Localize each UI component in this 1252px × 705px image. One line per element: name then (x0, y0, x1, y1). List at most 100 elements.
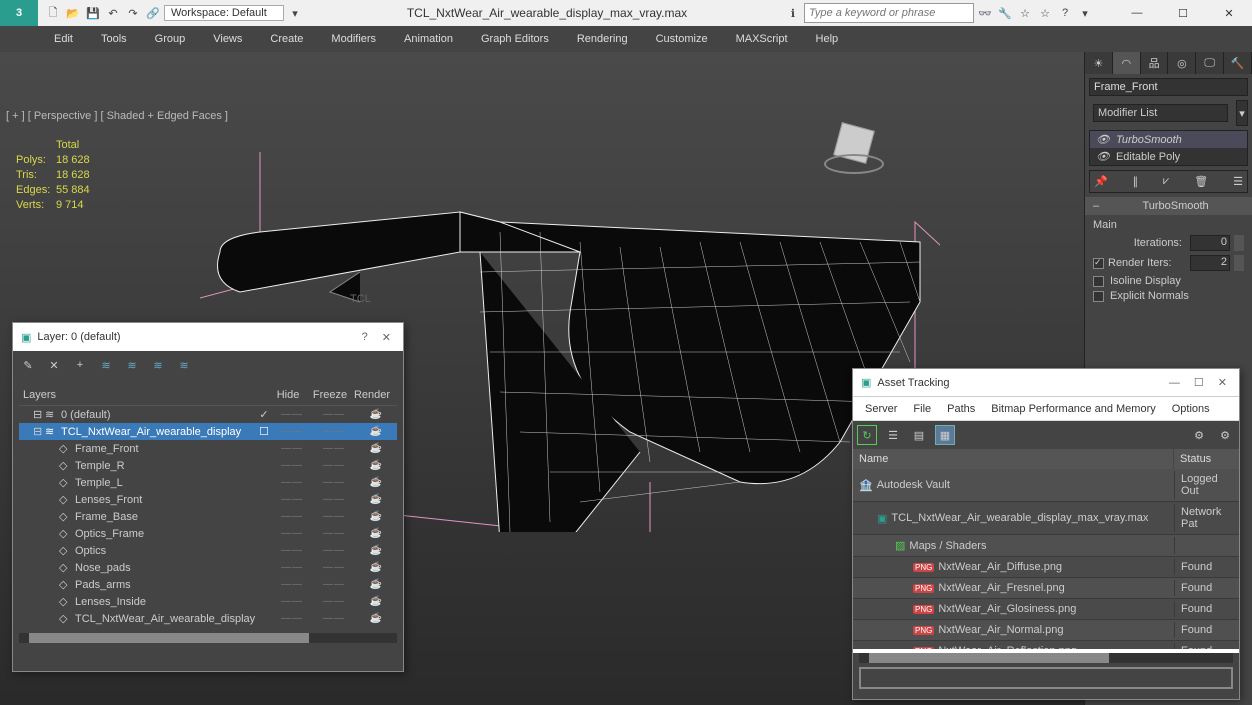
menu-edit[interactable]: Edit (40, 29, 87, 49)
minimize-button[interactable]: — (1114, 0, 1160, 26)
layer-row[interactable]: ◇Lenses_Inside————☕ (19, 593, 397, 610)
freeze-layer-icon[interactable]: ≋ (175, 356, 193, 374)
create-tab[interactable]: ☀ (1085, 52, 1113, 74)
menu-customize[interactable]: Customize (642, 29, 722, 49)
menu-animation[interactable]: Animation (390, 29, 467, 49)
make-unique-icon[interactable]: ⩗ (1163, 175, 1169, 188)
highlight-layer-icon[interactable]: ≋ (123, 356, 141, 374)
layer-close-button[interactable]: ✕ (378, 331, 395, 344)
layer-row[interactable]: ◇TCL_NxtWear_Air_wearable_display————☕ (19, 610, 397, 627)
viewport-label[interactable]: [ + ] [ Perspective ] [ Shaded + Edged F… (6, 110, 228, 122)
asset-row[interactable]: PNG NxtWear_Air_Normal.pngFound (853, 620, 1239, 641)
asset-menu-bitmap-performance-and-memory[interactable]: Bitmap Performance and Memory (983, 400, 1163, 418)
star2-icon[interactable]: ☆ (1036, 4, 1054, 22)
layer-row[interactable]: ◇Pads_arms————☕ (19, 576, 397, 593)
render-iters-checkbox[interactable] (1093, 258, 1104, 269)
layer-col-name[interactable]: Layers (23, 389, 267, 401)
redo-icon[interactable]: ↷ (124, 4, 142, 22)
maximize-button[interactable]: ☐ (1160, 0, 1206, 26)
show-end-icon[interactable]: ∥ (1133, 175, 1139, 188)
layer-scrollbar[interactable] (19, 633, 397, 643)
layer-row[interactable]: ◇Frame_Base————☕ (19, 508, 397, 525)
menu-group[interactable]: Group (141, 29, 200, 49)
asset-close-button[interactable]: ✕ (1214, 376, 1231, 389)
display-tab[interactable]: 🖵 (1196, 52, 1224, 74)
layer-row[interactable]: ◇Optics_Frame————☕ (19, 525, 397, 542)
asset-titlebar[interactable]: ▣ Asset Tracking — ☐ ✕ (853, 369, 1239, 397)
asset-menu-paths[interactable]: Paths (939, 400, 983, 418)
layer-col-hide[interactable]: Hide (267, 389, 309, 401)
menu-rendering[interactable]: Rendering (563, 29, 642, 49)
modifier-list-dropdown[interactable]: Modifier List (1093, 104, 1228, 122)
new-icon[interactable]: 🗋 (44, 4, 62, 22)
workspace-dropdown[interactable]: Workspace: Default (164, 5, 284, 21)
modifier-stack[interactable]: 👁TurboSmooth👁Editable Poly (1089, 130, 1248, 166)
render-iters-spinner[interactable]: 2 (1190, 255, 1230, 271)
asset-row[interactable]: PNG NxtWear_Air_Diffuse.pngFound (853, 557, 1239, 578)
modifier-stack-item[interactable]: 👁Editable Poly (1090, 148, 1247, 165)
modify-tab[interactable]: ◠ (1113, 52, 1141, 74)
layer-row[interactable]: ◇Nose_pads————☕ (19, 559, 397, 576)
eye-icon[interactable]: 👁 (1096, 133, 1110, 146)
asset-minimize-button[interactable]: — (1165, 377, 1184, 389)
asset-col-name[interactable]: Name (853, 449, 1174, 469)
asset-col-status[interactable]: Status (1174, 449, 1239, 469)
asset-row[interactable]: PNG NxtWear_Air_Fresnel.pngFound (853, 578, 1239, 599)
asset-row[interactable]: ▣ TCL_NxtWear_Air_wearable_display_max_v… (853, 502, 1239, 535)
asset-row[interactable]: PNG NxtWear_Air_Glosiness.pngFound (853, 599, 1239, 620)
object-name-field[interactable]: Frame_Front (1089, 78, 1248, 96)
list-view-icon[interactable]: ▤ (909, 425, 929, 445)
modifier-dropdown-button[interactable]: ▾ (1236, 100, 1248, 126)
isoline-checkbox[interactable] (1093, 276, 1104, 287)
wrench-icon[interactable]: 🔧 (996, 4, 1014, 22)
asset-menu-server[interactable]: Server (857, 400, 905, 418)
add-to-layer-icon[interactable]: + (71, 356, 89, 374)
eye-icon[interactable]: 👁 (1096, 150, 1110, 163)
asset-row[interactable]: PNG NxtWear_Air_Reflection.pngFound (853, 641, 1239, 649)
asset-scrollbar[interactable] (859, 653, 1233, 663)
app-logo-icon[interactable]: 3 (0, 0, 38, 26)
configure-icon[interactable]: ☰ (1233, 175, 1243, 188)
layer-row[interactable]: ⊟≋0 (default)✓————☕ (19, 406, 397, 423)
layer-row[interactable]: ◇Temple_R————☕ (19, 457, 397, 474)
menu-create[interactable]: Create (256, 29, 317, 49)
asset-path-input[interactable] (859, 667, 1233, 689)
iterations-spinner[interactable]: 0 (1190, 235, 1230, 251)
asset-scrollbar-thumb[interactable] (869, 653, 1109, 663)
layer-help-button[interactable]: ? (358, 331, 372, 343)
search-icon[interactable]: 👓 (976, 4, 994, 22)
hide-layer-icon[interactable]: ≋ (149, 356, 167, 374)
layer-dialog-titlebar[interactable]: ▣ Layer: 0 (default) ? ✕ (13, 323, 403, 351)
dropdown-icon[interactable]: ▾ (286, 4, 304, 22)
menu-maxscript[interactable]: MAXScript (722, 29, 802, 49)
layer-row[interactable]: ◇Frame_Front————☕ (19, 440, 397, 457)
layer-row[interactable]: ◇Temple_L————☕ (19, 474, 397, 491)
info-icon[interactable]: ℹ (784, 4, 802, 22)
menu-tools[interactable]: Tools (87, 29, 141, 49)
asset-menu-options[interactable]: Options (1164, 400, 1218, 418)
new-layer-icon[interactable]: ✎ (19, 356, 37, 374)
asset-maximize-button[interactable]: ☐ (1190, 376, 1208, 389)
search-input[interactable] (804, 3, 974, 23)
rollout-header[interactable]: – TurboSmooth (1085, 197, 1252, 215)
star-icon[interactable]: ☆ (1016, 4, 1034, 22)
asset-row[interactable]: ▨ Maps / Shaders (853, 535, 1239, 557)
link-icon[interactable]: 🔗 (144, 4, 162, 22)
save-icon[interactable]: 💾 (84, 4, 102, 22)
asset-settings-icon[interactable]: ⚙ (1189, 425, 1209, 445)
menu-views[interactable]: Views (199, 29, 256, 49)
motion-tab[interactable]: ◎ (1168, 52, 1196, 74)
remove-mod-icon[interactable]: 🗑 (1194, 175, 1208, 188)
help-drop-icon[interactable]: ▾ (1076, 4, 1094, 22)
table-view-icon[interactable]: ▦ (935, 425, 955, 445)
tree-view-icon[interactable]: ☰ (883, 425, 903, 445)
explicit-checkbox[interactable] (1093, 291, 1104, 302)
refresh-icon[interactable]: ↻ (857, 425, 877, 445)
layer-col-render[interactable]: Render (351, 389, 393, 401)
iterations-spin-buttons[interactable] (1234, 235, 1244, 251)
asset-row[interactable]: 🏦 Autodesk VaultLogged Out (853, 469, 1239, 502)
menu-graph-editors[interactable]: Graph Editors (467, 29, 563, 49)
layer-col-freeze[interactable]: Freeze (309, 389, 351, 401)
close-button[interactable]: ✕ (1206, 0, 1252, 26)
help-icon[interactable]: ? (1056, 4, 1074, 22)
